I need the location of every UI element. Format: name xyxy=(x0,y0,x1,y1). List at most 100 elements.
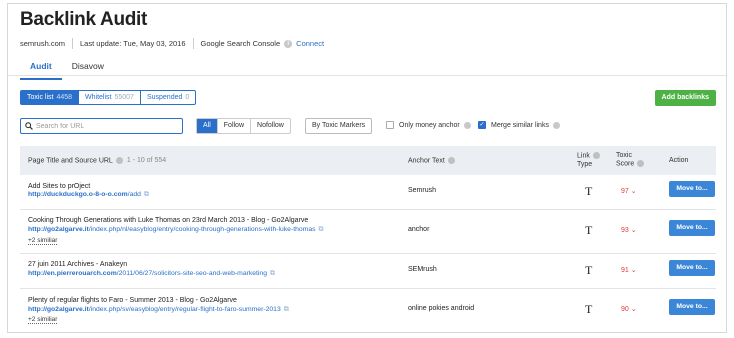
money-anchor-checkbox[interactable]: Only money anchor xyxy=(386,121,471,129)
external-link-icon[interactable]: ⧉ xyxy=(319,226,324,233)
row-page-title: Cooking Through Generations with Luke Th… xyxy=(28,217,309,224)
tab-disavow[interactable]: Disavow xyxy=(62,56,114,80)
result-count: 1 - 10 of 554 xyxy=(126,157,167,165)
row-page-title: Add Sites to prOject xyxy=(28,183,91,190)
whitelist-label: Whitelist xyxy=(85,94,112,101)
table-row: Cooking Through Generations with Luke Th… xyxy=(20,210,716,254)
toxic-markers-button[interactable]: By Toxic Markers xyxy=(305,118,373,134)
checkbox-checked[interactable]: ✓ xyxy=(478,121,486,129)
divider xyxy=(72,38,74,49)
backlink-audit-panel: Backlink Audit semrush.com Last update: … xyxy=(7,3,727,333)
search-box xyxy=(20,118,183,134)
external-link-icon[interactable]: ⧉ xyxy=(270,270,275,277)
filter-all[interactable]: All xyxy=(197,119,218,133)
filter-follow[interactable]: Follow xyxy=(218,119,252,133)
move-to-button[interactable]: Move to... xyxy=(669,181,715,197)
toxic-score-value: 91 xyxy=(621,267,629,274)
table-header: Page Title and Source URL 1 - 10 of 554 A… xyxy=(20,146,716,175)
tab-divider xyxy=(8,75,726,76)
row-source-url[interactable]: http://en.pierrerouarch.com/2011/06/27/s… xyxy=(28,270,275,278)
move-to-button[interactable]: Move to... xyxy=(669,260,715,276)
row-source-url[interactable]: http://go2algarve.it/index.php/nl/easybl… xyxy=(28,226,323,234)
table-row: Plenty of regular flights to Faro - Summ… xyxy=(20,289,716,329)
connect-link[interactable]: Connect xyxy=(296,39,324,48)
chevron-down-icon: ⌄ xyxy=(630,306,637,313)
similar-links-toggle[interactable]: +2 similiar xyxy=(28,316,58,324)
toxic-score-value: 93 xyxy=(621,227,629,234)
toxic-score-value: 97 xyxy=(621,188,629,195)
col-link-type-label-2: Type xyxy=(577,160,593,168)
merge-similar-checkbox[interactable]: ✓ Merge similar links xyxy=(478,121,560,129)
url-domain: http://go2algarve.it xyxy=(28,226,89,233)
col-action-header: Action xyxy=(669,157,689,164)
info-icon[interactable] xyxy=(115,156,123,164)
toxic-list-count: 4458 xyxy=(56,94,73,101)
money-anchor-label: Only money anchor xyxy=(399,121,460,129)
info-icon[interactable] xyxy=(637,160,645,168)
meta-bar: semrush.com Last update: Tue, May 03, 20… xyxy=(20,38,324,49)
table-row: Add Sites to prOject http://duckduckgo.o… xyxy=(20,175,716,210)
tab-audit[interactable]: Audit xyxy=(20,56,62,80)
table-row: 27 juin 2011 Archives - Anakeyn http://e… xyxy=(20,254,716,289)
info-icon[interactable] xyxy=(447,156,455,164)
row-anchor-text: anchor xyxy=(408,226,430,233)
chevron-down-icon: ⌄ xyxy=(630,188,637,195)
col-anchor-header[interactable]: Anchor Text xyxy=(408,156,455,164)
chevron-down-icon: ⌄ xyxy=(630,267,637,274)
suspended-count: 0 xyxy=(185,94,190,101)
toxic-score-dropdown[interactable]: 90 ⌄ xyxy=(621,305,637,313)
merge-similar-label: Merge similar links xyxy=(491,121,549,129)
url-path: /index.php/sv/easyblog/entry/regular-fli… xyxy=(88,306,281,313)
link-type-icon: T xyxy=(585,184,593,198)
chevron-down-icon: ⌄ xyxy=(630,227,637,234)
col-title-header[interactable]: Page Title and Source URL 1 - 10 of 554 xyxy=(28,156,167,165)
search-input[interactable] xyxy=(36,122,176,130)
toxic-list-label: Toxic list xyxy=(27,94,54,101)
move-to-button[interactable]: Move to... xyxy=(669,299,715,315)
row-source-url[interactable]: http://go2algarve.it/index.php/sv/easybl… xyxy=(28,306,289,314)
search-icon xyxy=(25,122,33,130)
project-domain: semrush.com xyxy=(20,39,66,48)
url-path: /add xyxy=(127,191,141,198)
divider xyxy=(192,38,194,49)
toxic-score-value: 90 xyxy=(621,306,629,313)
col-toxic-score-header[interactable]: Toxic Score xyxy=(616,152,645,168)
move-to-button[interactable]: Move to... xyxy=(669,220,715,236)
page-title: Backlink Audit xyxy=(20,9,148,30)
link-type-icon: T xyxy=(585,263,593,277)
row-anchor-text: Semrush xyxy=(408,187,437,194)
info-icon[interactable] xyxy=(552,121,560,129)
row-page-title: 27 juin 2011 Archives - Anakeyn xyxy=(28,261,128,268)
row-source-url[interactable]: http://duckduckgo.o-8-o-o.com/add ⧉ xyxy=(28,191,149,199)
external-link-icon[interactable]: ⧉ xyxy=(144,191,149,198)
toxic-list-button[interactable]: Toxic list 4458 xyxy=(21,91,80,104)
col-link-type-label-1: Link xyxy=(577,152,590,160)
checkbox-box[interactable] xyxy=(386,121,394,129)
add-backlinks-button[interactable]: Add backlinks xyxy=(654,90,716,106)
external-link-icon[interactable]: ⧉ xyxy=(284,306,289,313)
info-icon[interactable]: i xyxy=(284,39,293,48)
toxic-score-dropdown[interactable]: 93 ⌄ xyxy=(621,226,637,234)
gsc-label: Google Search Console xyxy=(200,39,281,48)
row-page-title: Plenty of regular flights to Faro - Summ… xyxy=(28,297,237,304)
row-anchor-text: SEMrush xyxy=(408,266,437,273)
url-path: /index.php/nl/easyblog/entry/cooking-thr… xyxy=(88,226,316,233)
whitelist-button[interactable]: Whitelist 55007 xyxy=(79,91,141,104)
similar-links-toggle[interactable]: +2 similiar xyxy=(28,237,58,245)
suspended-button[interactable]: Suspended 0 xyxy=(141,91,195,104)
url-domain: http://go2algarve.it xyxy=(28,306,89,313)
info-icon[interactable] xyxy=(592,152,600,160)
col-toxic-label-2: Score xyxy=(616,160,635,168)
toxic-score-dropdown[interactable]: 97 ⌄ xyxy=(621,187,637,195)
row-anchor-text: online pokies android xyxy=(408,305,475,312)
toxic-score-dropdown[interactable]: 91 ⌄ xyxy=(621,266,637,274)
info-icon[interactable] xyxy=(463,121,471,129)
last-update: Last update: Tue, May 03, 2016 xyxy=(80,39,186,48)
filter-nofollow[interactable]: Nofollow xyxy=(251,119,290,133)
url-path: /2011/06/27/solicitors-site-seo-and-web-… xyxy=(116,270,267,277)
link-type-icon: T xyxy=(585,223,593,237)
whitelist-count: 55007 xyxy=(114,94,134,101)
url-domain: http://en.pierrerouarch.com xyxy=(28,270,117,277)
tab-bar: Audit Disavow xyxy=(20,56,114,80)
col-link-type-header[interactable]: Link Type xyxy=(577,152,600,168)
